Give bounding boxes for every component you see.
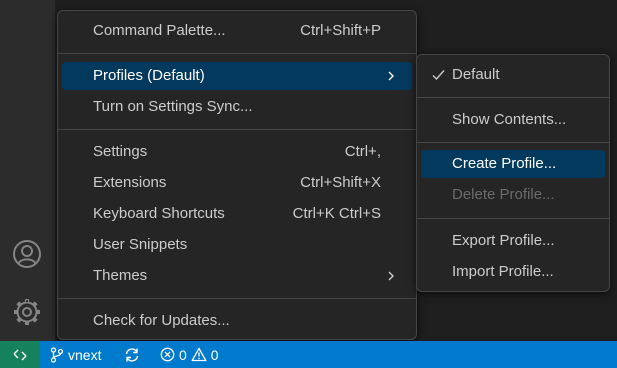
submenu-item-default-profile[interactable]: Default (421, 61, 605, 89)
menu-item-label: Extensions (93, 174, 167, 191)
submenu-item-create-profile[interactable]: Create Profile... (421, 150, 605, 178)
menu-separator (417, 218, 609, 219)
menu-item-label: Profiles (Default) (93, 67, 205, 84)
remote-indicator[interactable] (0, 341, 40, 368)
error-icon (160, 347, 175, 362)
chevron-right-icon (388, 71, 394, 81)
problems-status[interactable]: 0 0 (160, 341, 219, 368)
submenu-item-label: Default (452, 66, 500, 83)
manage-gear-icon[interactable] (11, 296, 43, 328)
menu-item-label: Turn on Settings Sync... (93, 98, 253, 115)
submenu-item-label: Create Profile... (452, 155, 557, 172)
menu-item-shortcut: Ctrl+K Ctrl+S (292, 205, 381, 222)
menu-item-extensions[interactable]: Extensions Ctrl+Shift+X (62, 169, 412, 197)
submenu-item-export-profile[interactable]: Export Profile... (421, 227, 605, 255)
status-bar: vnext 0 0 (0, 341, 617, 368)
sync-icon (125, 347, 139, 362)
menu-item-shortcut: Ctrl+, (344, 143, 381, 160)
menu-separator (417, 142, 609, 143)
menu-item-label: Command Palette... (93, 22, 226, 39)
submenu-item-label: Export Profile... (452, 232, 555, 249)
menu-item-label: Themes (93, 267, 148, 284)
menu-item-label: Keyboard Shortcuts (93, 205, 225, 222)
menu-separator (417, 97, 609, 98)
error-count: 0 (179, 346, 187, 363)
menu-item-shortcut: Ctrl+Shift+P (300, 22, 381, 39)
menu-item-user-snippets[interactable]: User Snippets (62, 231, 412, 259)
warning-icon (191, 347, 207, 362)
menu-item-label: Check for Updates... (93, 312, 230, 329)
menu-item-settings[interactable]: Settings Ctrl+, (62, 138, 412, 166)
check-icon (432, 70, 445, 81)
menu-item-keyboard-shortcuts[interactable]: Keyboard Shortcuts Ctrl+K Ctrl+S (62, 200, 412, 228)
menu-item-shortcut: Ctrl+Shift+X (300, 174, 381, 191)
remote-icon (13, 348, 27, 361)
account-icon[interactable] (11, 238, 43, 270)
menu-item-label: User Snippets (93, 236, 188, 253)
submenu-item-show-contents[interactable]: Show Contents... (421, 106, 605, 134)
sync-status[interactable] (124, 341, 140, 368)
branch-status[interactable]: vnext (50, 341, 101, 368)
submenu-item-label: Show Contents... (452, 111, 567, 128)
chevron-right-icon (388, 271, 394, 281)
menu-item-settings-sync[interactable]: Turn on Settings Sync... (62, 93, 412, 121)
submenu-item-label: Delete Profile... (452, 186, 555, 203)
menu-separator (58, 53, 416, 54)
submenu-item-import-profile[interactable]: Import Profile... (421, 258, 605, 286)
git-branch-icon (50, 346, 64, 363)
submenu-item-label: Import Profile... (452, 263, 554, 280)
menu-item-check-updates[interactable]: Check for Updates... (62, 307, 412, 335)
warning-count: 0 (210, 346, 219, 363)
submenu-item-delete-profile: Delete Profile... (421, 181, 605, 209)
activity-bar (0, 0, 55, 341)
menu-item-command-palette[interactable]: Command Palette... Ctrl+Shift+P (62, 17, 412, 45)
manage-menu: Command Palette... Ctrl+Shift+P Profiles… (57, 10, 417, 340)
profiles-submenu: Default Show Contents... Create Profile.… (416, 54, 610, 292)
branch-name: vnext (68, 346, 102, 363)
menu-item-themes[interactable]: Themes (62, 262, 412, 290)
menu-separator (58, 129, 416, 130)
menu-separator (58, 298, 416, 299)
menu-item-label: Settings (93, 143, 148, 160)
menu-item-profiles[interactable]: Profiles (Default) (62, 62, 412, 90)
